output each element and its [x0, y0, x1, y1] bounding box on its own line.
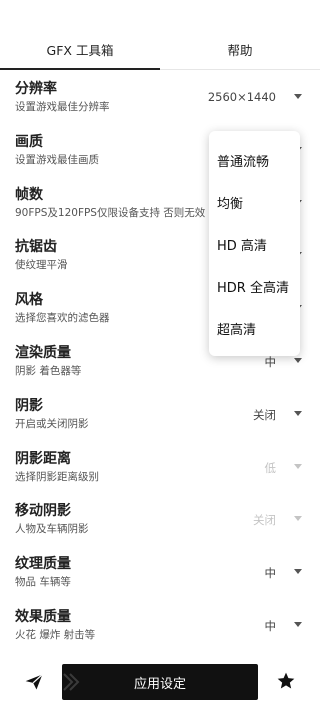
- setting-description: 选择您喜欢的滤色器: [15, 312, 110, 325]
- quality-dropdown-menu: 普通流畅 均衡 HD 高清 HDR 全高清 超高清: [209, 131, 300, 356]
- setting-description: 使纹理平滑: [15, 259, 68, 272]
- dropdown-option[interactable]: 超高清: [209, 307, 300, 349]
- setting-description: 90FPS及120FPS仅限设备支持 否则无效: [15, 206, 206, 219]
- setting-row[interactable]: 纹理质量 物品 车辆等中: [0, 547, 320, 600]
- setting-row[interactable]: 阴影距离 选择阴影距离级别低: [0, 442, 320, 495]
- setting-value-select[interactable]: 2560×1440: [208, 90, 276, 104]
- setting-value-select[interactable]: 中: [265, 618, 277, 634]
- setting-description: 开启或关闭阴影: [15, 417, 89, 430]
- setting-description: 火花 爆炸 射击等: [15, 628, 96, 641]
- setting-value-select[interactable]: 关闭: [253, 407, 276, 423]
- setting-description: 设置游戏最佳分辨率: [15, 101, 110, 113]
- setting-value-select: 低: [264, 460, 277, 475]
- setting-row[interactable]: 阴影 开启或关闭阴影 关闭: [0, 389, 320, 442]
- chevron-down-icon[interactable]: [294, 94, 302, 99]
- setting-description: 选择阴影距离级别: [15, 470, 99, 483]
- setting-value-select[interactable]: 中: [265, 354, 277, 370]
- dropdown-option[interactable]: 普通流畅: [209, 139, 300, 181]
- chevron-down-icon[interactable]: [294, 410, 302, 416]
- setting-row[interactable]: 移动阴影 人物及车辆阴影 关闭: [0, 494, 320, 547]
- chevron-down-icon[interactable]: [294, 357, 302, 363]
- chevron-down-icon: [294, 516, 302, 522]
- star-icon[interactable]: [276, 671, 296, 691]
- setting-description: 物品 车辆等: [15, 576, 71, 589]
- setting-description: 人物及车辆阴影: [15, 523, 89, 536]
- setting-value-select: 关闭: [253, 513, 276, 528]
- chevron-down-icon: [294, 463, 302, 469]
- bottom-bar: 应用设定: [0, 660, 320, 705]
- send-icon[interactable]: [24, 672, 44, 692]
- setting-description: 阴影 着色器等: [15, 364, 82, 377]
- setting-value-select[interactable]: 中: [265, 565, 277, 581]
- dropdown-option[interactable]: HDR 全高清: [209, 265, 300, 307]
- chevron-down-icon[interactable]: [294, 621, 302, 627]
- setting-row[interactable]: 分辨率 设置游戏最佳分辨率 2560×1440: [0, 72, 320, 125]
- tab-help[interactable]: 帮助: [160, 30, 320, 69]
- button-decoration-icon: [63, 673, 80, 691]
- tab-bar: GFX 工具箱 帮助: [0, 30, 320, 70]
- setting-row[interactable]: 效果质量 火花 爆炸 射击等中: [0, 600, 320, 653]
- dropdown-option[interactable]: 均衡: [209, 181, 300, 223]
- tab-gfx-toolbox[interactable]: GFX 工具箱: [0, 30, 160, 70]
- apply-settings-button[interactable]: 应用设定: [62, 664, 258, 700]
- apply-settings-label: 应用设定: [133, 676, 186, 692]
- setting-description: 设置游戏最佳画质: [15, 153, 99, 166]
- chevron-down-icon[interactable]: [294, 569, 302, 575]
- dropdown-option[interactable]: HD 高清: [209, 223, 300, 265]
